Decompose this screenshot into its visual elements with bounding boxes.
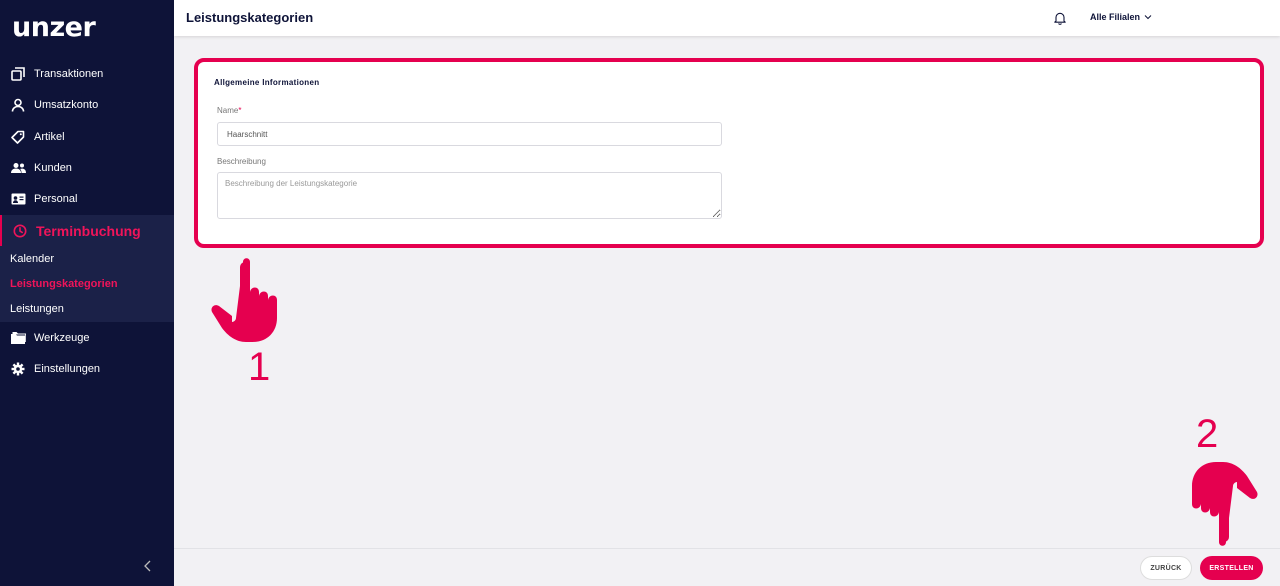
pointing-hand-icon — [211, 258, 277, 342]
sidebar-item-label: Einstellungen — [34, 363, 101, 375]
general-info-card: Allgemeine Informationen Name* Beschreib… — [194, 58, 1264, 248]
clock-icon — [12, 223, 28, 239]
sidebar-item-umsatzkonto[interactable]: Umsatzkonto — [0, 90, 174, 120]
name-label: Name* — [217, 106, 241, 115]
description-label: Beschreibung — [217, 157, 266, 166]
people-icon — [10, 160, 26, 176]
create-button[interactable]: ERSTELLEN — [1200, 556, 1263, 580]
branch-selector-label: Alle Filialen — [1090, 12, 1141, 22]
user-icon — [10, 97, 26, 113]
sidebar-item-einstellungen[interactable]: Einstellungen — [0, 354, 174, 384]
bell-icon[interactable] — [1053, 11, 1067, 25]
sidebar-item-artikel[interactable]: Artikel — [0, 122, 174, 152]
gear-icon — [10, 361, 26, 377]
terminbuchung-submenu: Kalender Leistungskategorien Leistungen — [0, 246, 174, 322]
chevron-down-icon — [1144, 12, 1152, 22]
branch-selector[interactable]: Alle Filialen — [1090, 12, 1152, 22]
step-number-2: 2 — [1196, 412, 1219, 456]
sidebar-item-transaktionen[interactable]: Transaktionen — [0, 59, 174, 89]
name-input[interactable] — [217, 122, 722, 146]
sidebar-item-werkzeuge[interactable]: Werkzeuge — [0, 323, 174, 353]
pointing-hand-down-icon — [1192, 462, 1258, 546]
top-header: Leistungskategorien Alle Filialen — [174, 0, 1280, 36]
sidebar-item-label: Terminbuchung — [36, 222, 141, 239]
sidebar-subitem-leistungskategorien[interactable]: Leistungskategorien — [10, 278, 118, 290]
sidebar-item-label: Umsatzkonto — [34, 99, 99, 111]
sidebar-item-kunden[interactable]: Kunden — [0, 153, 174, 183]
page-title: Leistungskategorien — [186, 10, 314, 25]
section-title: Allgemeine Informationen — [214, 78, 320, 87]
transactions-icon — [10, 66, 26, 82]
sidebar-item-label: Personal — [34, 193, 78, 205]
sidebar-subitem-kalender[interactable]: Kalender — [10, 253, 54, 265]
sidebar-item-terminbuchung[interactable]: Terminbuchung — [0, 215, 174, 246]
collapse-sidebar-icon[interactable] — [140, 558, 156, 574]
sidebar-item-label: Kunden — [34, 162, 72, 174]
tag-icon — [10, 129, 26, 145]
sidebar-subitem-leistungen[interactable]: Leistungen — [10, 303, 64, 315]
unzer-logo[interactable]: unzer — [12, 12, 96, 43]
id-card-icon — [10, 191, 26, 207]
step-number-1: 1 — [248, 345, 271, 389]
sidebar-item-personal[interactable]: Personal — [0, 184, 174, 214]
folder-icon — [10, 330, 26, 346]
description-textarea[interactable] — [217, 172, 722, 219]
footer-bar: ZURÜCK ERSTELLEN — [174, 548, 1280, 586]
sidebar-item-label: Artikel — [34, 131, 65, 143]
sidebar: unzer Transaktionen Umsatzkonto Artikel … — [0, 0, 174, 586]
back-button[interactable]: ZURÜCK — [1140, 556, 1192, 580]
name-label-text: Name — [217, 106, 239, 115]
sidebar-item-label: Werkzeuge — [34, 332, 90, 344]
required-mark: * — [238, 106, 242, 115]
sidebar-item-label: Transaktionen — [34, 68, 104, 80]
